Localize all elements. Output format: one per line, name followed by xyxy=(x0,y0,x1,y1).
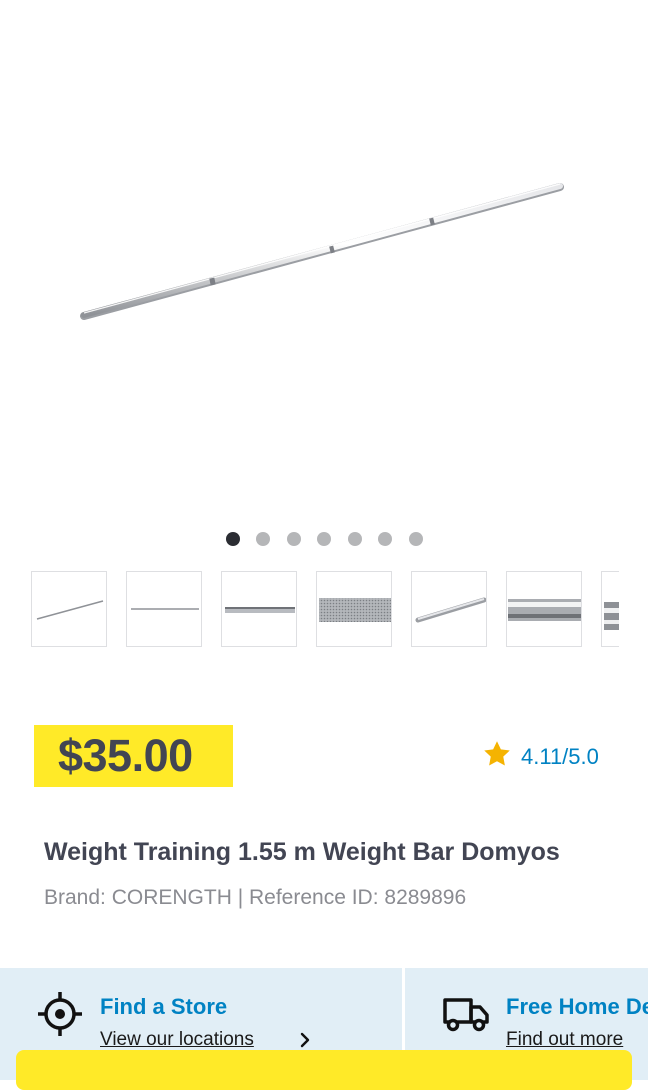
thumbnail-6[interactable] xyxy=(506,571,582,647)
thumbnail-knurling xyxy=(319,598,391,622)
crosshair-icon xyxy=(38,992,82,1036)
carousel-dot-7[interactable] xyxy=(409,532,423,546)
rating-value: 4.11/5.0 xyxy=(521,744,599,769)
truck-icon xyxy=(443,998,489,1032)
carousel-dot-6[interactable] xyxy=(378,532,392,546)
thumbnail-bar-flat xyxy=(131,608,199,610)
carousel-dot-4[interactable] xyxy=(317,532,331,546)
product-brand-reference: Brand: CORENGTH | Reference ID: 8289896 xyxy=(44,886,467,909)
thumbnail-5[interactable] xyxy=(411,571,487,647)
view-locations-link[interactable]: View our locations xyxy=(100,1029,254,1051)
chevron-right-icon xyxy=(300,1032,310,1048)
thumbnail-3[interactable] xyxy=(221,571,297,647)
star-icon xyxy=(484,741,510,766)
thumbnail-bar-angle xyxy=(604,602,619,630)
price-badge: $35.00 xyxy=(34,725,233,787)
add-to-cart-button[interactable] xyxy=(16,1050,632,1090)
thumbnail-1[interactable] xyxy=(31,571,107,647)
weight-bar-image xyxy=(80,183,564,320)
find-store-title: Find a Store xyxy=(100,994,228,1019)
thumbnail-strip xyxy=(31,571,619,649)
home-delivery-title: Free Home Delivery xyxy=(506,994,648,1019)
price: $35.00 xyxy=(58,730,193,781)
carousel-dot-5[interactable] xyxy=(348,532,362,546)
product-image[interactable] xyxy=(0,0,648,520)
thumbnail-2[interactable] xyxy=(126,571,202,647)
thumbnail-4[interactable] xyxy=(316,571,392,647)
product-title: Weight Training 1.55 m Weight Bar Domyos xyxy=(44,838,560,866)
carousel-dot-1[interactable] xyxy=(226,532,240,546)
carousel-dot-3[interactable] xyxy=(287,532,301,546)
carousel-dots xyxy=(0,531,648,547)
carousel-dot-2[interactable] xyxy=(256,532,270,546)
thumbnail-bar-end xyxy=(415,597,486,623)
thumbnail-bar-close xyxy=(225,607,295,613)
thumbnail-7[interactable] xyxy=(601,571,619,647)
thumbnail-bar-diagonal xyxy=(36,600,104,620)
thumbnail-bar-chrome xyxy=(508,599,581,621)
find-out-more-link[interactable]: Find out more xyxy=(506,1029,623,1051)
